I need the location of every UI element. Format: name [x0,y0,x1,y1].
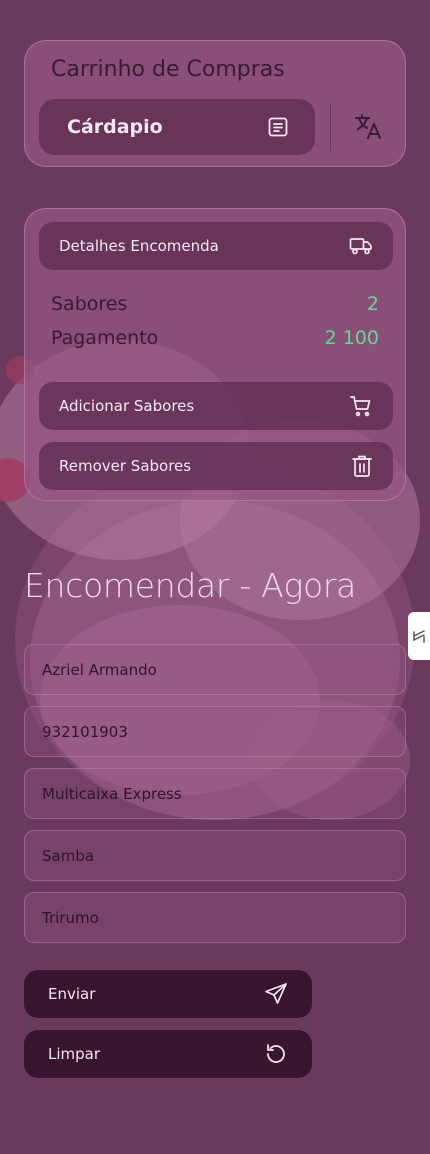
payment-value: 2 100 [324,327,379,349]
clear-button[interactable]: Limpar [24,1030,312,1078]
cart-icon [349,394,373,418]
truck-icon [349,236,373,256]
translate-icon[interactable] [353,111,385,143]
flavors-value: 2 [366,293,379,315]
phone-field[interactable]: 932101903 [24,706,406,757]
order-details-label: Detalhes Encomenda [59,237,219,255]
neighborhood-field[interactable]: Trirumo [24,892,406,943]
send-button-label: Enviar [48,985,96,1003]
remove-flavors-label: Remover Sabores [59,457,192,475]
district-field[interactable]: Samba [24,830,406,881]
payment-label: Pagamento [51,327,159,349]
reset-icon [264,1042,288,1066]
expand-side-tab[interactable] [408,612,430,660]
remove-flavors-button[interactable]: Remover Sabores [39,442,393,490]
list-icon [267,116,289,138]
order-details-button[interactable]: Detalhes Encomenda [39,222,393,270]
name-field[interactable]: Azriel Armando [24,644,406,695]
menu-button-label: Cárdapio [67,116,163,138]
clear-button-label: Limpar [48,1045,101,1063]
header-divider [330,103,331,151]
order-details-card: Detalhes Encomenda Sabores 2 Pagamento 2… [24,208,406,501]
order-form-heading: Encomendar - Agora [24,566,357,605]
payment-row: Pagamento 2 100 [51,327,379,349]
flavors-row: Sabores 2 [51,293,379,315]
send-icon [264,982,288,1006]
menu-button[interactable]: Cárdapio [39,99,315,155]
trash-icon [351,454,373,478]
payment-method-field[interactable]: Multicaixa Express [24,768,406,819]
cart-header-card: Carrinho de Compras Cárdapio [24,40,406,167]
add-flavors-button[interactable]: Adicionar Sabores [39,382,393,430]
add-flavors-label: Adicionar Sabores [59,397,195,415]
cart-title: Carrinho de Compras [51,57,285,82]
expand-icon [412,628,426,644]
flavors-label: Sabores [51,293,128,315]
send-button[interactable]: Enviar [24,970,312,1018]
